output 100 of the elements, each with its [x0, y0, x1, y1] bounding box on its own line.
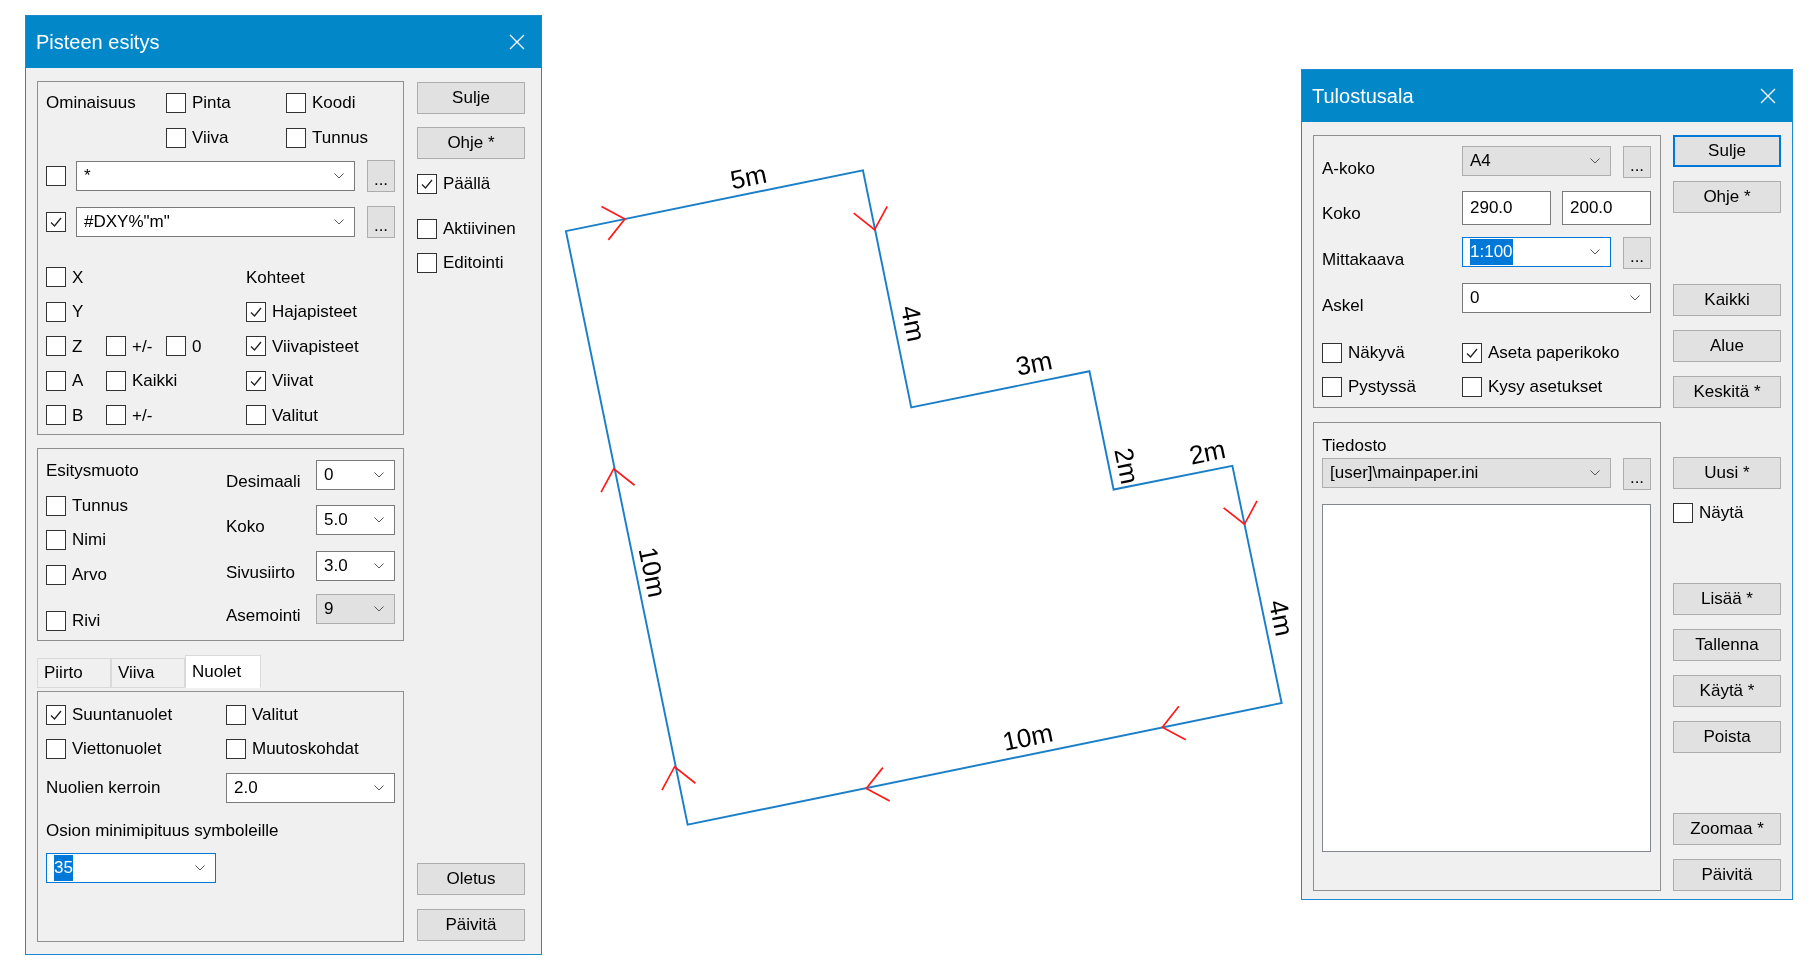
checkbox[interactable]: [46, 301, 66, 322]
browse-button[interactable]: ...: [367, 160, 395, 192]
checkbox-label: Viiva: [192, 127, 229, 150]
dialog-button[interactable]: Sulje: [1673, 135, 1781, 167]
edge-label: 4m: [1262, 597, 1300, 639]
close-icon[interactable]: [1760, 88, 1776, 104]
dropdown[interactable]: 2.0: [226, 773, 395, 803]
checkbox-label: Z: [72, 335, 83, 358]
checkbox[interactable]: [106, 336, 126, 357]
checkbox[interactable]: [286, 93, 306, 113]
edge-label: 2m: [1108, 445, 1146, 487]
checkbox[interactable]: [246, 336, 266, 357]
chevron-down-icon: [334, 219, 344, 225]
dialog-button[interactable]: Lisää *: [1673, 583, 1781, 615]
dialog-button[interactable]: Zoomaa *: [1673, 813, 1781, 845]
checkbox-label: Arvo: [72, 564, 107, 587]
edge-label: 10m: [632, 544, 673, 600]
tab[interactable]: Nuolet: [185, 655, 261, 688]
close-icon[interactable]: [509, 34, 525, 50]
checkbox[interactable]: [226, 739, 246, 759]
checkbox[interactable]: [46, 336, 66, 357]
checkbox[interactable]: [1322, 343, 1342, 363]
checkbox-label: +/-: [132, 404, 153, 427]
checkbox[interactable]: [246, 405, 266, 426]
checkbox-label: Viivat: [272, 370, 314, 392]
dialog-button[interactable]: Sulje: [417, 82, 525, 114]
dialog-button[interactable]: Ohje *: [1673, 181, 1781, 213]
chevron-down-icon: [374, 472, 384, 478]
dropdown[interactable]: *: [76, 161, 355, 191]
check-icon: [420, 177, 434, 191]
dialog-button[interactable]: Kaikki: [1673, 284, 1781, 316]
dropdown[interactable]: 3.0: [316, 551, 395, 581]
dialog-button[interactable]: Ohje *: [417, 127, 525, 159]
check-icon: [49, 215, 63, 229]
dialog-button[interactable]: Käytä *: [1673, 675, 1781, 707]
tab[interactable]: Viiva: [111, 658, 185, 688]
dropdown[interactable]: 1:100: [1462, 237, 1611, 267]
checkbox[interactable]: [106, 405, 126, 426]
checkbox-label: Tunnus: [312, 127, 369, 150]
check-icon: [249, 339, 263, 354]
edge-label: 2m: [1186, 433, 1229, 471]
checkbox[interactable]: [226, 705, 246, 725]
checkbox[interactable]: [286, 128, 306, 148]
field-label: Asemointi: [226, 605, 302, 627]
checkbox[interactable]: [46, 370, 66, 391]
checkbox[interactable]: [46, 530, 66, 550]
dialog-button[interactable]: Tallenna: [1673, 629, 1781, 661]
checkbox[interactable]: [1673, 503, 1693, 523]
checkbox[interactable]: [246, 370, 266, 391]
browse-button[interactable]: ...: [1623, 237, 1651, 269]
checkbox[interactable]: [46, 212, 66, 232]
checkbox[interactable]: [1462, 343, 1482, 363]
checkbox-label: Näytä: [1699, 502, 1744, 525]
checkbox[interactable]: [166, 336, 186, 357]
checkbox-label: +/-: [132, 335, 153, 358]
checkbox[interactable]: [46, 405, 66, 426]
checkbox[interactable]: [46, 565, 66, 585]
field-label: Osion minimipituus symboleille: [46, 820, 280, 842]
dialog-button[interactable]: Alue: [1673, 330, 1781, 362]
edge-label: 3m: [1013, 345, 1055, 382]
tab[interactable]: Piirto: [37, 658, 111, 688]
checkbox[interactable]: [46, 496, 66, 516]
checkbox-label: A: [72, 370, 84, 392]
dropdown[interactable]: 0: [316, 460, 395, 490]
checkbox[interactable]: [46, 739, 66, 759]
dropdown[interactable]: 35: [46, 853, 216, 883]
dialog-button[interactable]: Oletus: [417, 863, 525, 895]
dialog-button[interactable]: Poista: [1673, 721, 1781, 753]
checkbox-label: Kysy asetukset: [1488, 376, 1603, 399]
text-field[interactable]: 290.0: [1462, 191, 1551, 225]
browse-button[interactable]: ...: [367, 206, 395, 238]
dialog-button[interactable]: Päivitä: [417, 909, 525, 941]
field-label: A-koko: [1322, 158, 1376, 180]
checkbox[interactable]: [46, 166, 66, 186]
checkbox[interactable]: [1322, 377, 1342, 397]
checkbox[interactable]: [246, 301, 266, 322]
checkbox-label: Pystyssä: [1348, 376, 1417, 399]
dropdown[interactable]: 0: [1462, 283, 1651, 313]
checkbox[interactable]: [106, 370, 126, 391]
dialog-button[interactable]: Uusi *: [1673, 457, 1781, 489]
dialog-button[interactable]: Keskitä *: [1673, 376, 1781, 408]
checkbox-label: Hajapisteet: [272, 301, 358, 323]
checkbox[interactable]: [166, 128, 186, 148]
checkbox[interactable]: [417, 219, 437, 239]
text-field[interactable]: 200.0: [1562, 191, 1651, 225]
chevron-down-icon: [1590, 249, 1600, 255]
checkbox-label: Näkyvä: [1348, 342, 1405, 365]
checkbox[interactable]: [417, 174, 437, 194]
checkbox[interactable]: [1462, 377, 1482, 397]
checkbox[interactable]: [46, 611, 66, 631]
checkbox[interactable]: [166, 93, 186, 113]
dropdown[interactable]: #DXY%"m": [76, 207, 355, 237]
checkbox-label: Muutoskohdat: [252, 738, 359, 761]
dialog-button[interactable]: Päivitä: [1673, 859, 1781, 891]
dropdown[interactable]: 5.0: [316, 505, 395, 535]
checkbox[interactable]: [46, 267, 66, 288]
checkbox[interactable]: [46, 705, 66, 725]
chevron-down-icon: [374, 785, 384, 791]
checkbox[interactable]: [417, 253, 437, 273]
field-label: Koko: [226, 516, 266, 538]
